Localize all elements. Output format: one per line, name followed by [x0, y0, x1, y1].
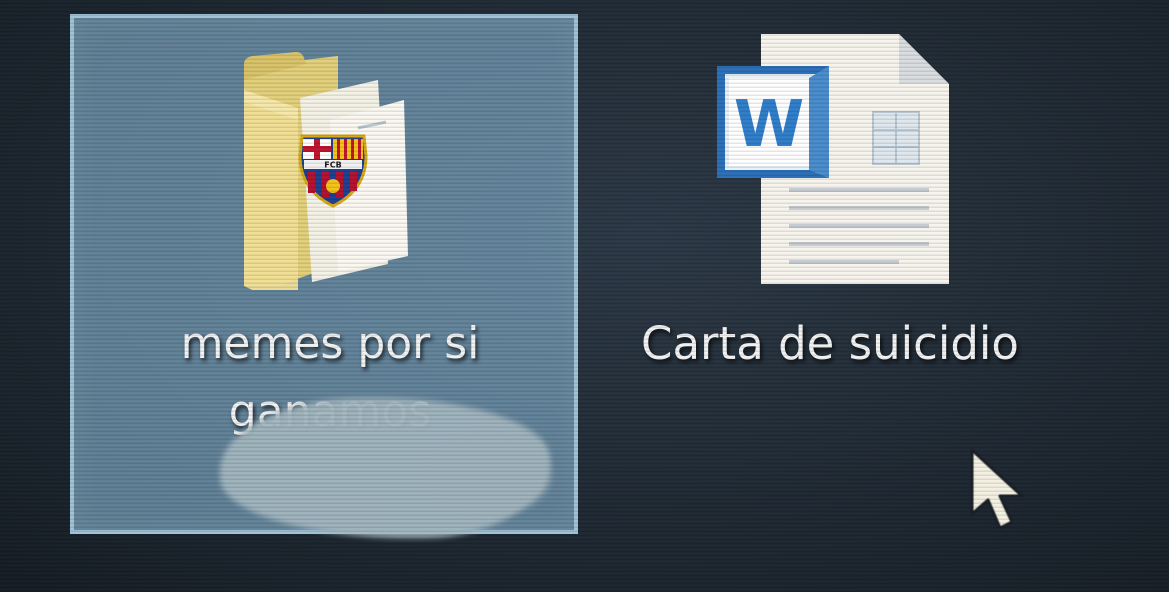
fc-barcelona-crest-icon: FCB — [298, 134, 368, 208]
desktop-icon-word-document[interactable]: W Carta de suicidio — [590, 14, 1070, 434]
crest-text: FCB — [324, 161, 341, 170]
document-label[interactable]: Carta de suicidio — [590, 310, 1070, 378]
desktop[interactable]: FCB memes por si ganamos — [0, 0, 1169, 592]
word-document-icon: W — [717, 34, 949, 284]
redaction-scribble-edge — [430, 434, 550, 514]
mouse-pointer-icon — [970, 448, 1024, 530]
desktop-icon-memes-folder[interactable]: FCB memes por si ganamos — [70, 14, 578, 538]
word-w-glyph: W — [734, 88, 805, 162]
